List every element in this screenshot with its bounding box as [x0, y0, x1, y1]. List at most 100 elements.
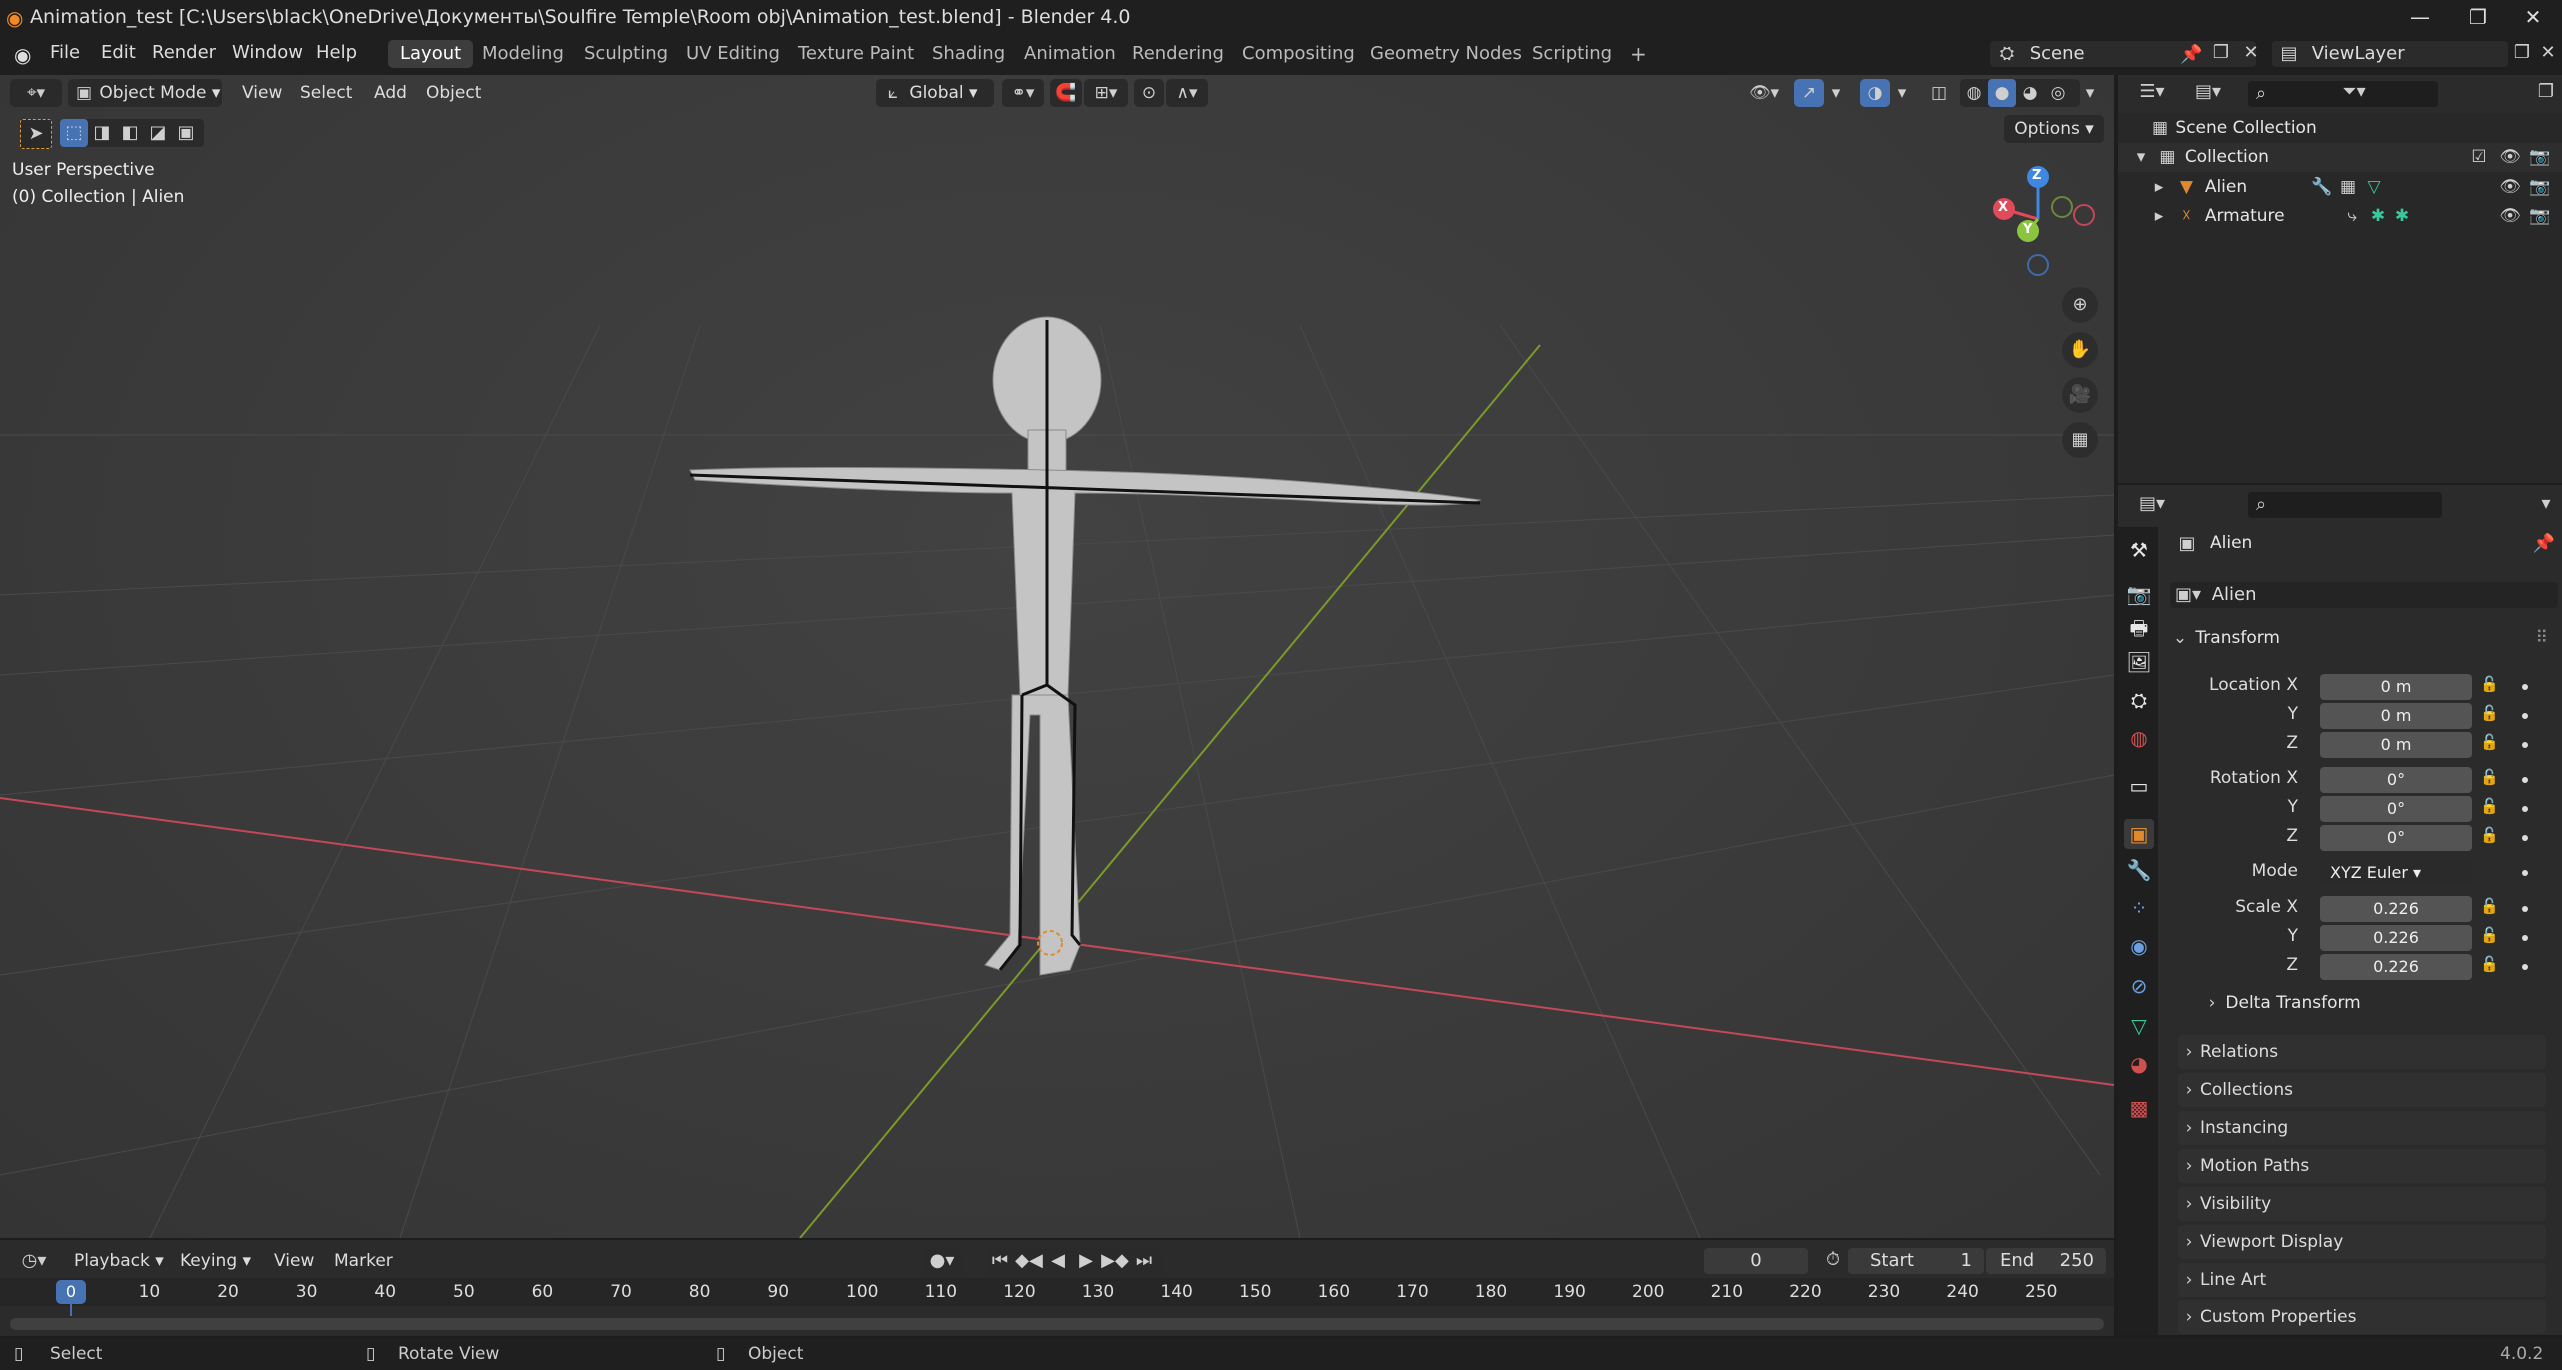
menu-render[interactable]: Render: [152, 42, 216, 63]
play-reverse-icon[interactable]: ◀: [1044, 1248, 1072, 1274]
instancing-panel-header[interactable]: › Instancing: [2178, 1111, 2546, 1145]
new-scene-icon[interactable]: ❐: [2208, 42, 2234, 63]
render-tab-icon[interactable]: 📷: [2124, 579, 2154, 609]
eye-icon[interactable]: 👁: [2498, 143, 2522, 172]
scale-z-field[interactable]: 0.226: [2320, 954, 2472, 980]
lock-icon[interactable]: 🔓: [2480, 797, 2499, 815]
eye-icon[interactable]: 👁: [2498, 173, 2522, 202]
timeline-menu-keying[interactable]: Keying ▾: [180, 1247, 251, 1275]
keyframe-dot[interactable]: [2522, 964, 2528, 970]
properties-editor-icon[interactable]: ▤▾: [2132, 493, 2172, 514]
neg-z-axis-handle[interactable]: [2027, 254, 2049, 276]
tool-tab-icon[interactable]: ⚒: [2124, 535, 2154, 565]
menu-window[interactable]: Window: [232, 42, 303, 63]
render-camera-icon[interactable]: 📷: [2528, 173, 2552, 202]
tab-layout[interactable]: Layout: [388, 40, 474, 68]
material-tab-icon[interactable]: ◕: [2124, 1049, 2154, 1079]
visibility-panel-header[interactable]: › Visibility: [2178, 1187, 2546, 1221]
tab-animation[interactable]: Animation: [1012, 40, 1128, 68]
delta-transform-subpanel[interactable]: › Delta Transform: [2204, 989, 2361, 1017]
filter-icon[interactable]: ⏷▾: [2334, 81, 2374, 102]
timeline-menu-view[interactable]: View: [274, 1247, 314, 1275]
rotation-x-field[interactable]: 0°: [2320, 767, 2472, 793]
neg-x-axis-handle[interactable]: [2073, 204, 2095, 226]
tab-texture-paint[interactable]: Texture Paint: [786, 40, 926, 68]
viewport-display-panel-header[interactable]: › Viewport Display: [2178, 1225, 2546, 1259]
pan-hand-icon[interactable]: ✋: [2062, 332, 2098, 368]
lock-icon[interactable]: 🔓: [2480, 675, 2499, 693]
outliner-editor-icon[interactable]: ☰▾: [2132, 81, 2172, 102]
rotation-y-field[interactable]: 0°: [2320, 796, 2472, 822]
object-datablock-field[interactable]: ▣▾ Alien: [2170, 582, 2558, 608]
close-window-button[interactable]: ✕: [2504, 0, 2562, 35]
eye-icon[interactable]: 👁: [2498, 202, 2522, 231]
timeline-menu-playback[interactable]: Playback ▾: [74, 1247, 164, 1275]
camera-view-icon[interactable]: 🎥: [2062, 377, 2098, 413]
expand-arrow-icon[interactable]: ▸: [2150, 173, 2168, 202]
view-layer-selector[interactable]: ▤ ViewLayer: [2272, 41, 2508, 67]
tab-compositing[interactable]: Compositing: [1230, 40, 1367, 68]
display-mode-icon[interactable]: ▤▾: [2188, 81, 2228, 102]
location-x-field[interactable]: 0 m: [2320, 674, 2472, 700]
collections-panel-header[interactable]: › Collections: [2178, 1073, 2546, 1107]
keyframe-dot[interactable]: [2522, 835, 2528, 841]
tab-shading[interactable]: Shading: [920, 40, 1017, 68]
expand-arrow-icon[interactable]: ▸: [2150, 202, 2168, 231]
collapse-icon[interactable]: ▾: [2534, 493, 2558, 514]
auto-keying-icon[interactable]: ●▾: [922, 1248, 962, 1274]
menu-help[interactable]: Help: [316, 42, 357, 63]
add-workspace-button[interactable]: +: [1618, 40, 1659, 68]
tab-geometry-nodes[interactable]: Geometry Nodes: [1358, 40, 1534, 68]
keyframe-dot[interactable]: [2522, 713, 2528, 719]
motion-paths-panel-header[interactable]: › Motion Paths: [2178, 1149, 2546, 1183]
transform-panel-header[interactable]: ⌄ Transform ⠿: [2170, 624, 2558, 652]
timeline-scrollbar[interactable]: [10, 1318, 2104, 1330]
zoom-icon[interactable]: ⊕: [2062, 287, 2098, 323]
custom-properties-panel-header[interactable]: › Custom Properties: [2178, 1300, 2546, 1334]
alien-mesh[interactable]: [689, 316, 1482, 976]
texture-tab-icon[interactable]: ▩: [2124, 1093, 2154, 1123]
tab-sculpting[interactable]: Sculpting: [572, 40, 680, 68]
maximize-button[interactable]: ❐: [2449, 0, 2507, 35]
rotation-mode-dropdown[interactable]: XYZ Euler ▾: [2320, 860, 2472, 886]
lock-icon[interactable]: 🔓: [2480, 733, 2499, 751]
render-camera-icon[interactable]: 📷: [2528, 202, 2552, 231]
pin-icon[interactable]: 📌: [2532, 533, 2556, 554]
keyframe-dot[interactable]: [2522, 906, 2528, 912]
lock-icon[interactable]: 🔓: [2480, 926, 2499, 944]
new-collection-icon[interactable]: ❐: [2534, 81, 2558, 102]
tab-modeling[interactable]: Modeling: [470, 40, 576, 68]
outliner-row-collection[interactable]: ▾ ▦ Collection ☑ 👁 📷: [2118, 143, 2562, 172]
neg-y-axis-handle[interactable]: [2051, 196, 2073, 218]
play-icon[interactable]: ▶: [1072, 1248, 1100, 1274]
keyframe-dot[interactable]: [2522, 684, 2528, 690]
3d-viewport[interactable]: ⌖▾ ▣ Object Mode ▾ View Select Add Objec…: [0, 75, 2114, 1238]
end-frame-field[interactable]: End 250: [1986, 1248, 2106, 1274]
keyframe-dot[interactable]: [2522, 777, 2528, 783]
next-keyframe-icon[interactable]: ▶◆: [1100, 1248, 1130, 1274]
lock-icon[interactable]: 🔓: [2480, 897, 2499, 915]
lock-icon[interactable]: 🔓: [2480, 955, 2499, 973]
keyframe-dot[interactable]: [2522, 870, 2528, 876]
tab-rendering[interactable]: Rendering: [1120, 40, 1236, 68]
playhead[interactable]: 0: [56, 1280, 86, 1304]
menu-edit[interactable]: Edit: [101, 42, 136, 63]
properties-search-input[interactable]: ⌕: [2248, 492, 2442, 518]
navigation-gizmo[interactable]: [1974, 163, 2114, 283]
new-view-layer-icon[interactable]: ❐: [2510, 42, 2534, 63]
keyframe-dot[interactable]: [2522, 742, 2528, 748]
scale-x-field[interactable]: 0.226: [2320, 896, 2472, 922]
relations-panel-header[interactable]: › Relations: [2178, 1035, 2546, 1069]
menu-file[interactable]: File: [50, 42, 80, 63]
timeline-editor-icon[interactable]: ◷▾: [12, 1248, 56, 1274]
keyframe-dot[interactable]: [2522, 806, 2528, 812]
data-tab-icon[interactable]: ▽: [2124, 1011, 2154, 1041]
outliner-row-armature[interactable]: ▸ ☓ Armature ⤷ ✱ ✱ 👁 📷: [2118, 202, 2562, 231]
preview-range-icon[interactable]: ⏱: [1820, 1249, 1846, 1270]
timeline-menu-marker[interactable]: Marker: [334, 1247, 393, 1275]
current-frame-field[interactable]: 0: [1704, 1248, 1808, 1274]
lock-icon[interactable]: 🔓: [2480, 704, 2499, 722]
tab-scripting[interactable]: Scripting: [1520, 40, 1624, 68]
view-layer-tab-icon[interactable]: 🖼: [2124, 647, 2154, 677]
expand-arrow-icon[interactable]: ▾: [2132, 143, 2150, 172]
